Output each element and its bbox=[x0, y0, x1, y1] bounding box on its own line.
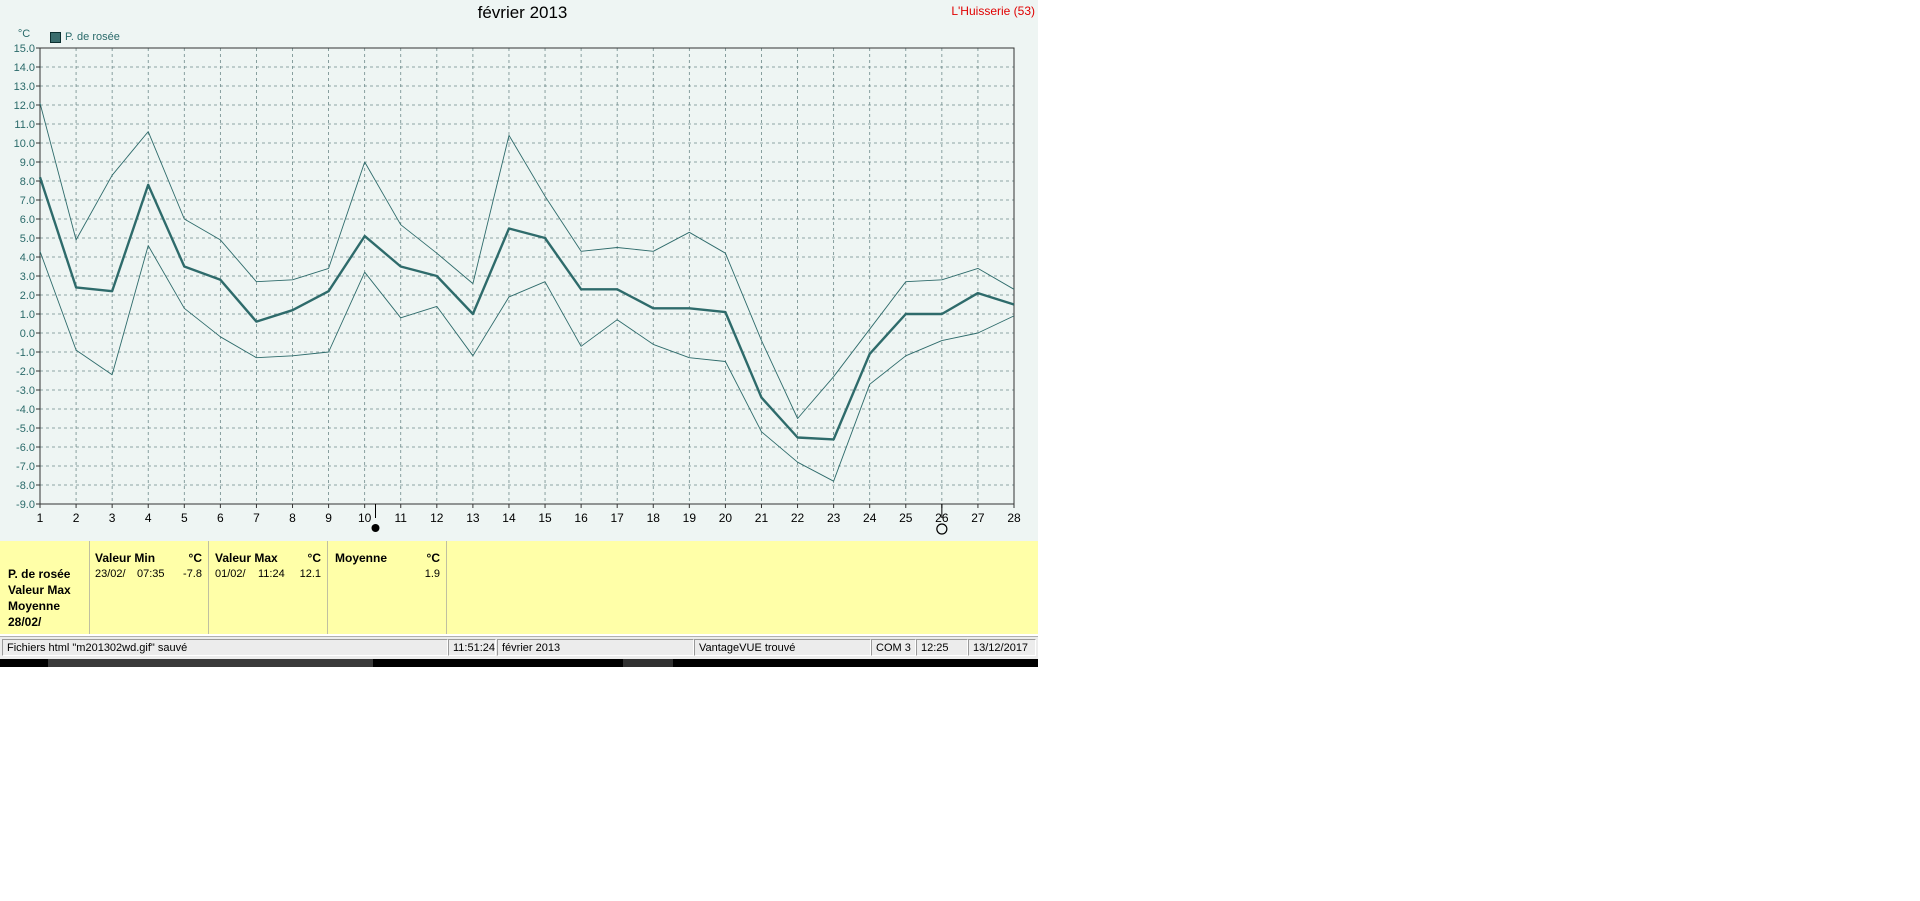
min-unit: °C bbox=[188, 551, 202, 565]
x-tick-label: 22 bbox=[791, 511, 805, 525]
panel-row-labels: P. de rosée Valeur Max Moyenne 28/02/ bbox=[0, 541, 90, 634]
max-value: 12.1 bbox=[299, 568, 321, 580]
min-header: Valeur Min bbox=[95, 551, 156, 565]
x-tick-label: 11 bbox=[395, 511, 408, 525]
x-tick-label: 7 bbox=[253, 511, 260, 525]
status-bar: Fichiers html "m201302wd.gif" sauvé 11:5… bbox=[0, 636, 1038, 659]
panel-col-max: Valeur Max °C 01/02/ 11:24 12.1 bbox=[209, 541, 328, 634]
x-tick-label: 12 bbox=[430, 511, 444, 525]
min-date: 23/02/ bbox=[95, 568, 126, 580]
x-tick-label: 19 bbox=[683, 511, 697, 525]
y-tick-label: -3.0 bbox=[16, 385, 35, 397]
x-tick-label: 2 bbox=[73, 511, 80, 525]
y-tick-label: 0.0 bbox=[20, 328, 35, 340]
y-tick-label: -4.0 bbox=[16, 404, 35, 416]
status-port: COM 3 bbox=[871, 639, 916, 656]
taskbar-strip bbox=[0, 659, 1038, 667]
max-unit: °C bbox=[307, 551, 321, 565]
y-tick-label: 9.0 bbox=[20, 157, 35, 169]
y-tick-label: 3.0 bbox=[20, 271, 35, 283]
x-tick-label: 1 bbox=[37, 511, 44, 525]
dew-point-chart[interactable]: 15.014.013.012.011.010.09.08.07.06.05.04… bbox=[0, 0, 1038, 541]
x-tick-label: 17 bbox=[611, 511, 625, 525]
series-line-mean[interactable] bbox=[38, 176, 1015, 441]
x-tick-label: 3 bbox=[109, 511, 116, 525]
x-tick-label: 6 bbox=[217, 511, 224, 525]
avg-header: Moyenne bbox=[335, 551, 388, 565]
x-tick-label: 13 bbox=[466, 511, 480, 525]
x-tick-label: 10 bbox=[358, 511, 372, 525]
y-tick-label: 15.0 bbox=[14, 43, 35, 55]
y-tick-label: 6.0 bbox=[20, 214, 35, 226]
y-tick-label: -2.0 bbox=[16, 366, 35, 378]
y-tick-label: 14.0 bbox=[14, 62, 35, 74]
avg-value: 1.9 bbox=[424, 568, 440, 580]
series-line-min[interactable] bbox=[39, 245, 1015, 482]
panel-col-min: Valeur Min °C 23/02/ 07:35 -7.8 bbox=[90, 541, 209, 634]
status-clock: 12:25 bbox=[916, 639, 968, 656]
y-tick-label: 12.0 bbox=[14, 100, 35, 112]
x-tick-label: 18 bbox=[647, 511, 661, 525]
y-tick-label: -5.0 bbox=[16, 423, 35, 435]
status-station: VantageVUE trouvé bbox=[694, 639, 871, 656]
panel-col-avg: Moyenne °C 1.9 bbox=[328, 541, 447, 634]
row-label-max: Valeur Max bbox=[8, 583, 71, 597]
y-tick-label: 4.0 bbox=[20, 252, 35, 264]
x-tick-label: 16 bbox=[574, 511, 588, 525]
x-tick-label: 24 bbox=[863, 511, 877, 525]
min-value: -7.8 bbox=[183, 568, 202, 580]
y-tick-label: -9.0 bbox=[16, 499, 35, 511]
max-header: Valeur Max bbox=[215, 551, 278, 565]
y-tick-label: -1.0 bbox=[16, 347, 35, 359]
max-time: 11:24 bbox=[258, 568, 285, 580]
x-tick-label: 15 bbox=[538, 511, 552, 525]
y-tick-label: 7.0 bbox=[20, 195, 35, 207]
y-axis-unit: °C bbox=[18, 28, 30, 40]
x-tick-label: 9 bbox=[325, 511, 332, 525]
x-tick-label: 23 bbox=[827, 511, 841, 525]
taskbar-segment bbox=[623, 659, 673, 667]
status-period: février 2013 bbox=[497, 639, 694, 656]
row-label-date: 28/02/ bbox=[8, 615, 42, 629]
max-date: 01/02/ bbox=[215, 568, 246, 580]
x-tick-label: 5 bbox=[181, 511, 188, 525]
x-tick-label: 8 bbox=[289, 511, 296, 525]
y-tick-label: 11.0 bbox=[14, 119, 35, 131]
status-message: Fichiers html "m201302wd.gif" sauvé bbox=[2, 639, 448, 656]
status-date: 13/12/2017 bbox=[968, 639, 1036, 656]
x-tick-label: 27 bbox=[971, 511, 985, 525]
x-tick-label: 28 bbox=[1007, 511, 1021, 525]
y-tick-label: 8.0 bbox=[20, 176, 35, 188]
x-tick-label: 4 bbox=[145, 511, 152, 525]
chart-area: février 2013 L'Huisserie (53) P. de rosé… bbox=[0, 0, 1038, 541]
x-tick-label: 25 bbox=[899, 511, 913, 525]
y-tick-label: -6.0 bbox=[16, 442, 35, 454]
y-tick-label: 13.0 bbox=[14, 81, 35, 93]
x-tick-label: 20 bbox=[719, 511, 733, 525]
row-label-series: P. de rosée bbox=[8, 567, 71, 581]
y-tick-label: -7.0 bbox=[16, 461, 35, 473]
y-tick-label: 5.0 bbox=[20, 233, 35, 245]
min-time: 07:35 bbox=[137, 568, 165, 580]
taskbar-segment bbox=[48, 659, 373, 667]
y-tick-label: 10.0 bbox=[14, 138, 35, 150]
row-label-avg: Moyenne bbox=[8, 599, 61, 613]
y-tick-label: 2.0 bbox=[20, 290, 35, 302]
cursor-start-handle[interactable] bbox=[371, 524, 380, 532]
status-time: 11:51:24 bbox=[448, 639, 496, 656]
y-tick-label: 1.0 bbox=[20, 309, 35, 321]
x-tick-label: 14 bbox=[502, 511, 516, 525]
y-tick-label: -8.0 bbox=[16, 480, 35, 492]
weather-app-window: février 2013 L'Huisserie (53) P. de rosé… bbox=[0, 0, 1038, 668]
x-tick-label: 21 bbox=[755, 511, 769, 525]
cursor-end-handle[interactable] bbox=[936, 523, 948, 535]
stats-panel: P. de rosée Valeur Max Moyenne 28/02/ Va… bbox=[0, 541, 1038, 634]
avg-unit: °C bbox=[426, 551, 440, 565]
